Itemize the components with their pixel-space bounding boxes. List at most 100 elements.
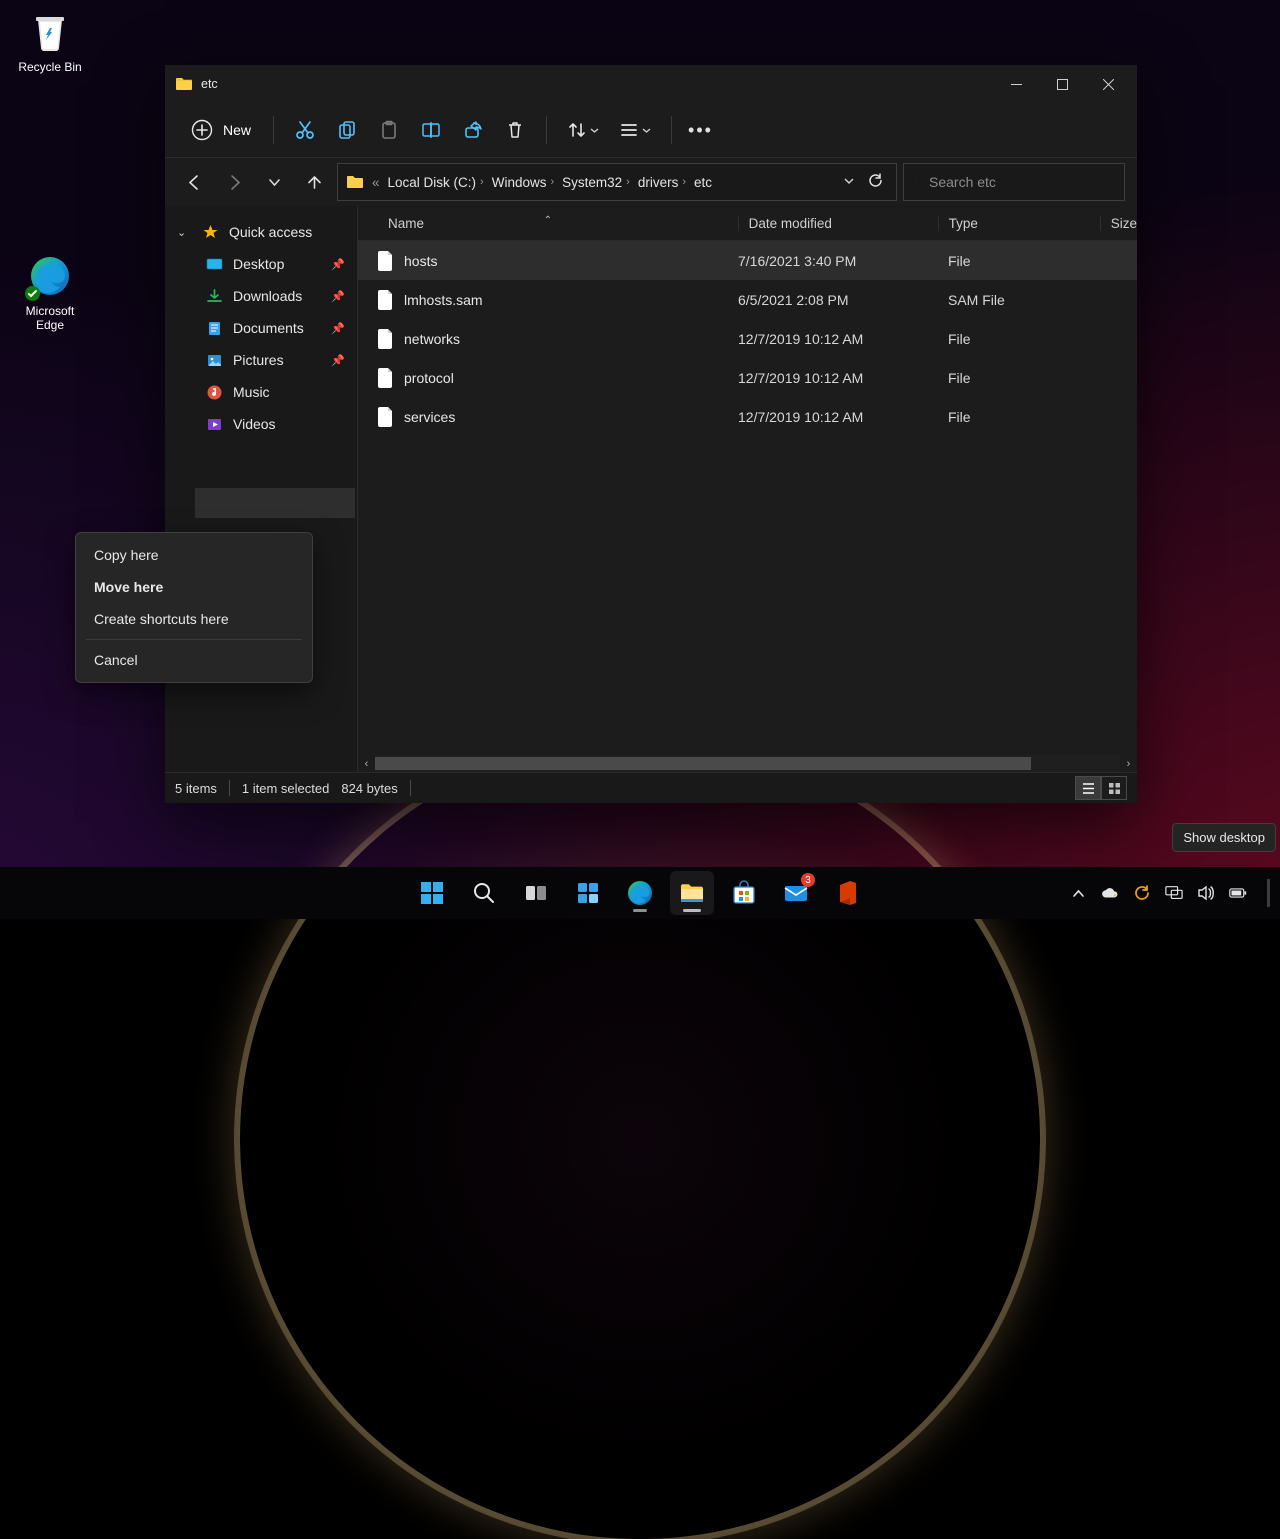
context-menu-copy-here[interactable]: Copy here bbox=[76, 539, 312, 571]
taskbar[interactable]: 3 bbox=[0, 867, 1280, 919]
tray-update-icon[interactable] bbox=[1133, 884, 1151, 902]
context-menu-move-here[interactable]: Move here bbox=[76, 571, 312, 603]
share-icon bbox=[463, 120, 483, 140]
paste-button[interactable] bbox=[368, 110, 410, 150]
navpane-item-localdisk[interactable] bbox=[195, 488, 355, 518]
breadcrumb-segment[interactable]: Windows› bbox=[492, 175, 554, 190]
minimize-button[interactable] bbox=[993, 68, 1039, 100]
scroll-track[interactable] bbox=[375, 755, 1120, 772]
file-row[interactable]: hosts 7/16/2021 3:40 PM File bbox=[358, 241, 1137, 280]
context-menu-create-shortcuts[interactable]: Create shortcuts here bbox=[76, 603, 312, 635]
file-row[interactable]: lmhosts.sam 6/5/2021 2:08 PM SAM File bbox=[358, 280, 1137, 319]
column-header-type[interactable]: Type bbox=[938, 216, 1100, 231]
file-row[interactable]: services 12/7/2019 10:12 AM File bbox=[358, 397, 1137, 436]
tray-volume-icon[interactable] bbox=[1197, 884, 1215, 902]
system-tray[interactable] bbox=[1069, 879, 1280, 907]
navpane-item-videos[interactable]: Videos bbox=[165, 408, 357, 440]
taskbar-app-file-explorer[interactable] bbox=[670, 871, 714, 915]
share-button[interactable] bbox=[452, 110, 494, 150]
breadcrumb-segment[interactable]: etc bbox=[694, 175, 712, 190]
ellipsis-icon: ••• bbox=[688, 120, 713, 140]
navpane-item-desktop[interactable]: Desktop 📌 bbox=[165, 248, 357, 280]
scroll-right-icon[interactable]: › bbox=[1120, 758, 1137, 770]
file-name: protocol bbox=[404, 370, 454, 386]
navpane-quick-access[interactable]: ⌄ Quick access bbox=[165, 216, 357, 248]
column-header-size[interactable]: Size bbox=[1100, 216, 1137, 231]
close-button[interactable] bbox=[1085, 68, 1131, 100]
file-icon bbox=[378, 251, 394, 271]
desktop-icon-recycle-bin[interactable]: Recycle Bin bbox=[7, 8, 93, 74]
address-bar[interactable]: « Local Disk (C:)› Windows› System32› dr… bbox=[337, 163, 897, 201]
column-header-name[interactable]: ⌃ Name bbox=[358, 216, 738, 231]
chevron-up-icon bbox=[1072, 887, 1085, 900]
breadcrumb-overflow[interactable]: « bbox=[372, 175, 380, 190]
refresh-icon bbox=[867, 172, 884, 189]
file-date: 6/5/2021 2:08 PM bbox=[728, 292, 938, 308]
start-button[interactable] bbox=[410, 871, 454, 915]
show-desktop-button[interactable] bbox=[1267, 879, 1270, 907]
context-menu-cancel[interactable]: Cancel bbox=[76, 644, 312, 676]
breadcrumb-segment[interactable]: drivers› bbox=[638, 175, 686, 190]
file-type: SAM File bbox=[938, 292, 1108, 308]
column-header-date[interactable]: Date modified bbox=[738, 216, 938, 231]
back-button[interactable] bbox=[177, 165, 211, 199]
file-row[interactable]: networks 12/7/2019 10:12 AM File bbox=[358, 319, 1137, 358]
file-date: 12/7/2019 10:12 AM bbox=[728, 370, 938, 386]
breadcrumb-segment[interactable]: System32› bbox=[562, 175, 630, 190]
up-button[interactable] bbox=[297, 165, 331, 199]
breadcrumb-segment[interactable]: Local Disk (C:)› bbox=[388, 175, 484, 190]
tray-display-icon[interactable] bbox=[1165, 884, 1183, 902]
search-button[interactable] bbox=[462, 871, 506, 915]
pin-icon: 📌 bbox=[331, 258, 345, 271]
toolbar-divider bbox=[546, 116, 547, 144]
navpane-item-pictures[interactable]: Pictures 📌 bbox=[165, 344, 357, 376]
tray-battery-icon[interactable] bbox=[1229, 884, 1247, 902]
rename-button[interactable] bbox=[410, 110, 452, 150]
widgets-button[interactable] bbox=[566, 871, 610, 915]
details-view-button[interactable] bbox=[1075, 776, 1101, 800]
horizontal-scrollbar[interactable]: ‹ › bbox=[358, 755, 1137, 772]
desktop-icon-label: Recycle Bin bbox=[7, 60, 93, 74]
chevron-down-icon bbox=[843, 175, 855, 187]
toolbar-divider bbox=[273, 116, 274, 144]
command-bar: New bbox=[165, 103, 1137, 158]
chevron-right-icon: › bbox=[480, 176, 484, 188]
folder-icon bbox=[175, 75, 193, 93]
tray-onedrive-icon[interactable] bbox=[1101, 884, 1119, 902]
titlebar[interactable]: etc bbox=[165, 65, 1137, 103]
maximize-button[interactable] bbox=[1039, 68, 1085, 100]
status-selection-size: 824 bytes bbox=[341, 781, 397, 796]
desktop[interactable]: Recycle Bin Microsoft Edge bbox=[0, 0, 1280, 919]
tray-overflow-button[interactable] bbox=[1069, 884, 1087, 902]
delete-button[interactable] bbox=[494, 110, 536, 150]
navpane-item-music[interactable]: Music bbox=[165, 376, 357, 408]
view-button[interactable] bbox=[609, 110, 661, 150]
file-list-area: ⌃ Name Date modified Type Size hosts 7/1… bbox=[358, 206, 1137, 772]
thumbnails-view-button[interactable] bbox=[1101, 776, 1127, 800]
sort-button[interactable] bbox=[557, 110, 609, 150]
address-history-button[interactable] bbox=[843, 175, 855, 190]
taskbar-app-edge[interactable] bbox=[618, 871, 662, 915]
new-button[interactable]: New bbox=[179, 113, 263, 147]
forward-button[interactable] bbox=[217, 165, 251, 199]
taskbar-app-store[interactable] bbox=[722, 871, 766, 915]
file-row[interactable]: protocol 12/7/2019 10:12 AM File bbox=[358, 358, 1137, 397]
recent-locations-button[interactable] bbox=[257, 165, 291, 199]
scroll-left-icon[interactable]: ‹ bbox=[358, 758, 375, 770]
taskbar-app-office[interactable] bbox=[826, 871, 870, 915]
search-icon bbox=[472, 881, 496, 905]
search-input[interactable] bbox=[927, 173, 1112, 191]
navigation-pane[interactable]: ⌄ Quick access Desktop 📌 bbox=[165, 206, 358, 772]
copy-button[interactable] bbox=[326, 110, 368, 150]
navpane-item-documents[interactable]: Documents 📌 bbox=[165, 312, 357, 344]
scroll-thumb[interactable] bbox=[375, 757, 1031, 770]
more-button[interactable]: ••• bbox=[682, 120, 719, 141]
refresh-button[interactable] bbox=[863, 172, 888, 192]
desktop-icon-edge[interactable]: Microsoft Edge bbox=[7, 252, 93, 332]
window-title: etc bbox=[201, 77, 218, 91]
navpane-item-downloads[interactable]: Downloads 📌 bbox=[165, 280, 357, 312]
task-view-button[interactable] bbox=[514, 871, 558, 915]
search-box[interactable] bbox=[903, 163, 1125, 201]
cut-button[interactable] bbox=[284, 110, 326, 150]
taskbar-app-mail[interactable]: 3 bbox=[774, 871, 818, 915]
